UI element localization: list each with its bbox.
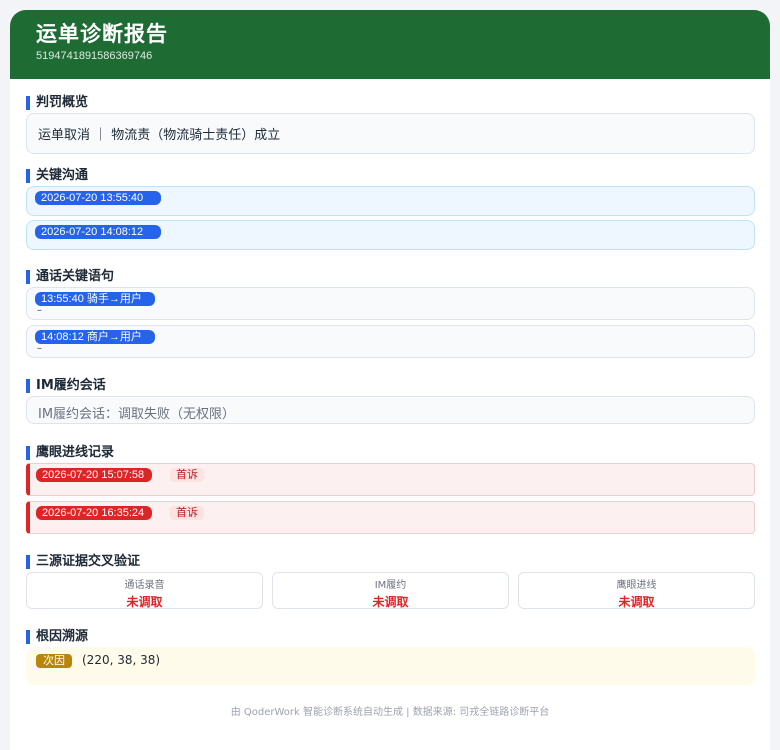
evidence-source-im: IM履约 未调取: [272, 572, 509, 609]
section-title-im: IM履约会话: [26, 379, 106, 393]
report-card: 运单诊断报告 5194741891586369746 判罚概览 运单取消 ｜ 物…: [10, 10, 770, 750]
footer-text: 由 QoderWork 智能诊断系统自动生成 | 数据来源: 司戎全链路诊断平台: [230, 707, 550, 718]
communication-time: 2026-07-20 13:55:40: [35, 191, 161, 205]
page-title: 运单诊断报告: [36, 22, 168, 46]
root-cause-text: (220, 38, 38): [82, 653, 161, 667]
evidence-source-status: 未调取: [372, 595, 409, 609]
im-box: IM履约会话：调取失败（无权限）: [26, 396, 755, 424]
evidence-source-hawkeye: 鹰眼进线 未调取: [518, 572, 755, 609]
call-quote-label: 13:55:40 骑手→用户: [35, 292, 155, 306]
section-title-penalty: 判罚概览: [26, 96, 88, 110]
call-quote-label: 14:08:12 商户→用户: [35, 330, 155, 344]
penalty-box: 运单取消 ｜ 物流责（物流骑士责任）成立: [26, 113, 755, 154]
hawkeye-time: 2026-07-20 16:35:24: [36, 506, 152, 520]
hawkeye-tag: 首诉: [170, 468, 204, 482]
section-title-cross-check: 三源证据交叉验证: [26, 555, 140, 569]
call-quote-text: –: [37, 305, 42, 316]
penalty-text: 运单取消 ｜ 物流责（物流骑士责任）成立: [38, 128, 281, 143]
communication-time: 2026-07-20 14:08:12: [35, 225, 161, 239]
hawkeye-time: 2026-07-20 15:07:58: [36, 468, 152, 482]
order-id: 5194741891586369746: [36, 50, 153, 62]
root-cause-badge: 次因: [36, 654, 72, 668]
call-quote-item[interactable]: 13:55:40 骑手→用户 –: [26, 287, 755, 320]
section-title-communication: 关键沟通: [26, 169, 88, 183]
section-title-call-quotes: 通话关键语句: [26, 270, 114, 284]
communication-item[interactable]: 2026-07-20 13:55:40: [26, 186, 755, 216]
hawkeye-tag: 首诉: [170, 506, 204, 520]
im-status-text: IM履约会话：调取失败（无权限）: [38, 407, 236, 422]
evidence-source-status: 未调取: [126, 595, 163, 609]
hawkeye-record[interactable]: 2026-07-20 15:07:58 首诉: [26, 463, 755, 496]
evidence-source-label: IM履约: [374, 580, 407, 591]
root-cause-box: 次因 (220, 38, 38): [26, 647, 755, 685]
evidence-source-status: 未调取: [618, 595, 655, 609]
section-title-hawkeye: 鹰眼进线记录: [26, 446, 114, 460]
call-quote-item[interactable]: 14:08:12 商户→用户 –: [26, 325, 755, 358]
section-title-root-cause: 根因溯源: [26, 630, 88, 644]
hawkeye-record[interactable]: 2026-07-20 16:35:24 首诉: [26, 501, 755, 534]
evidence-source-call: 通话录音 未调取: [26, 572, 263, 609]
evidence-source-label: 鹰眼进线: [616, 580, 657, 591]
communication-item[interactable]: 2026-07-20 14:08:12: [26, 220, 755, 250]
report-header: 运单诊断报告 5194741891586369746: [10, 10, 770, 79]
evidence-source-label: 通话录音: [124, 580, 165, 591]
call-quote-text: –: [37, 343, 42, 354]
